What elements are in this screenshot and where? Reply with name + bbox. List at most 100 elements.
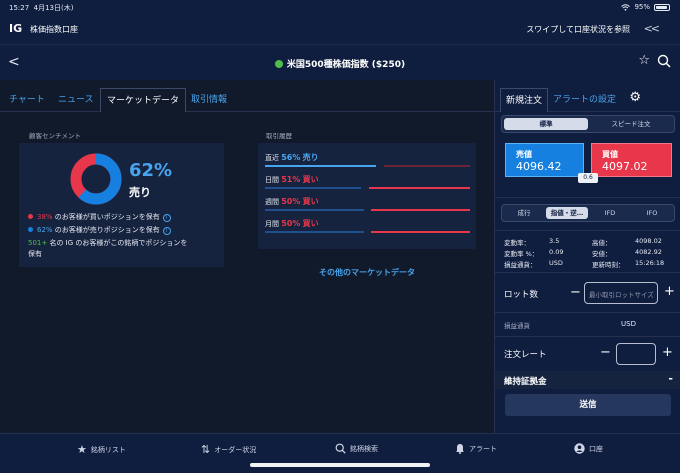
nav-watchlist[interactable]: ★ 銘柄リスト: [77, 443, 126, 456]
lot-plus-button[interactable]: +: [664, 284, 675, 299]
history-buy-bar: [371, 231, 470, 233]
favorite-star-icon[interactable]: ☆: [638, 53, 650, 68]
history-side: 買い: [302, 175, 319, 184]
nav-alerts[interactable]: アラート: [455, 443, 497, 454]
tab-alert-settings[interactable]: アラートの設定: [553, 92, 616, 105]
sentiment-direction: 売り: [129, 186, 151, 199]
instrument-tabs: チャート ニュース マーケットデータ 取引情報: [0, 88, 494, 112]
stat-change: 変動率：: [504, 239, 530, 247]
client-count-text: 名の IG のお客様がこの銘柄でポジションを: [47, 239, 188, 247]
history-buy-bar: [371, 209, 470, 211]
stat-low-value: 4082.92: [635, 248, 662, 256]
history-label: 日間 51% 買い: [265, 174, 319, 185]
stat-high: 高値：: [592, 239, 612, 247]
rate-plus-button[interactable]: +: [662, 345, 673, 360]
nav-search[interactable]: 銘柄検索: [335, 443, 378, 454]
status-time: 15:27 4月13日(木): [9, 4, 74, 12]
history-percent: 50%: [281, 219, 301, 228]
order-type-ifo[interactable]: IFO: [632, 207, 672, 219]
nav-label: オーダー状況: [214, 445, 257, 454]
order-tabs: 新規注文 アラートの設定 ⚙: [495, 88, 680, 112]
ig-logo: IG: [9, 22, 23, 35]
client-sentiment-card: 62% 売り 38% のお客様が買いポジションを保有 i 62% のお客様が売りポ…: [19, 143, 224, 267]
tab-market-data[interactable]: マーケットデータ: [100, 88, 187, 112]
history-side: 売り: [302, 153, 319, 162]
more-market-data-link[interactable]: その他のマーケットデータ: [258, 267, 476, 278]
stat-updated-value: 15:26:18: [635, 259, 665, 267]
nav-account[interactable]: 口座: [574, 443, 603, 454]
history-sell-bar: [265, 165, 376, 167]
stat-updated: 更新時刻：: [592, 261, 625, 269]
divider: [495, 197, 680, 198]
history-label: 週間 50% 買い: [265, 196, 319, 207]
trade-history-card: 直近 56% 売り 日間 51% 買い 週間 50% 買い 月間 50% 買い: [258, 143, 476, 249]
divider: [495, 230, 680, 231]
order-mode-toggle: 標準 スピード注文: [501, 115, 675, 133]
history-percent: 50%: [281, 197, 301, 206]
stat-ccy: 損益通貨：: [504, 261, 537, 269]
instrument-title: 米国500種株価指数 ($250): [0, 57, 680, 70]
history-row: 直近 56% 売り: [265, 149, 470, 171]
history-buy-bar: [384, 165, 470, 167]
info-icon[interactable]: i: [162, 214, 171, 222]
order-type-market[interactable]: 成行: [504, 207, 544, 219]
search-icon[interactable]: [657, 54, 671, 68]
tab-news[interactable]: ニュース: [58, 92, 94, 105]
battery-icon: [654, 3, 670, 11]
sell-price: 4096.42: [516, 160, 562, 173]
bell-icon: [456, 444, 464, 454]
nav-label: 銘柄検索: [350, 444, 378, 453]
pl-currency-value: USD: [621, 320, 636, 328]
stat-high-value: 4098.02: [635, 237, 662, 245]
mode-speed[interactable]: スピード注文: [590, 118, 672, 130]
tab-chart[interactable]: チャート: [9, 92, 45, 105]
mode-standard[interactable]: 標準: [504, 118, 588, 130]
swipe-hint: スワイプして口座状況を参照: [526, 25, 630, 34]
sell-position-row: 62% のお客様が売りポジションを保有 i: [28, 225, 171, 235]
account-title[interactable]: 株価指数口座: [30, 24, 78, 35]
sentiment-donut: [70, 153, 122, 205]
order-type-ifd[interactable]: IFD: [590, 207, 630, 219]
gear-icon[interactable]: ⚙: [629, 90, 641, 105]
market-open-dot: [274, 60, 283, 68]
margin-label: 維持証拠金: [504, 377, 547, 387]
price-buttons: 売値 4096.42 買値 4097.02 0.6: [505, 143, 672, 183]
lot-minus-button[interactable]: −: [570, 285, 581, 300]
history-period: 直近: [265, 154, 279, 162]
history-label: 月間 50% 買い: [265, 218, 319, 229]
nav-orders[interactable]: ⇅ オーダー状況: [201, 443, 256, 456]
stat-low: 安値：: [592, 250, 612, 258]
order-rate-row: 注文レート − +: [504, 343, 674, 365]
tab-trade-info[interactable]: 取引情報: [191, 92, 227, 105]
sell-percent: 62%: [37, 226, 53, 234]
history-label: 直近 56% 売り: [265, 152, 319, 163]
wifi-icon: [621, 3, 631, 11]
sell-label: 売値: [516, 150, 532, 159]
buy-position-row: 38% のお客様が買いポジションを保有 i: [28, 212, 171, 222]
margin-section[interactable]: 維持証拠金 -: [495, 371, 680, 389]
history-percent: 56%: [281, 153, 301, 162]
lot-size-label: ロット数: [504, 290, 539, 300]
buy-text: のお客様が買いポジションを保有: [52, 213, 160, 221]
history-percent: 51%: [281, 175, 301, 184]
nav-label: 口座: [589, 444, 603, 453]
sentiment-label: 顧客センチメント: [29, 132, 81, 140]
order-rate-label: 注文レート: [504, 350, 547, 360]
divider: [495, 312, 680, 313]
buy-price-button[interactable]: 買値 4097.02: [591, 143, 672, 177]
collapse-toggle[interactable]: -: [668, 372, 673, 385]
order-type-limit[interactable]: 指値・逆…: [546, 207, 588, 219]
divider: [495, 272, 680, 273]
lot-size-input[interactable]: 最小取引ロットサイズ: [584, 282, 658, 304]
submit-button[interactable]: 送信: [505, 394, 671, 416]
double-chevron-left-icon[interactable]: <<: [644, 22, 661, 35]
order-rate-input[interactable]: [616, 343, 656, 365]
sell-price-button[interactable]: 売値 4096.42: [505, 143, 584, 177]
tab-new-order[interactable]: 新規注文: [500, 88, 549, 112]
sell-text: のお客様が売りポジションを保有: [52, 226, 160, 234]
history-sell-bar: [265, 231, 364, 233]
arrows-icon: ⇅: [201, 443, 211, 456]
info-icon[interactable]: i: [162, 227, 171, 235]
sentiment-percent: 62%: [129, 160, 173, 181]
rate-minus-button[interactable]: −: [600, 345, 611, 360]
